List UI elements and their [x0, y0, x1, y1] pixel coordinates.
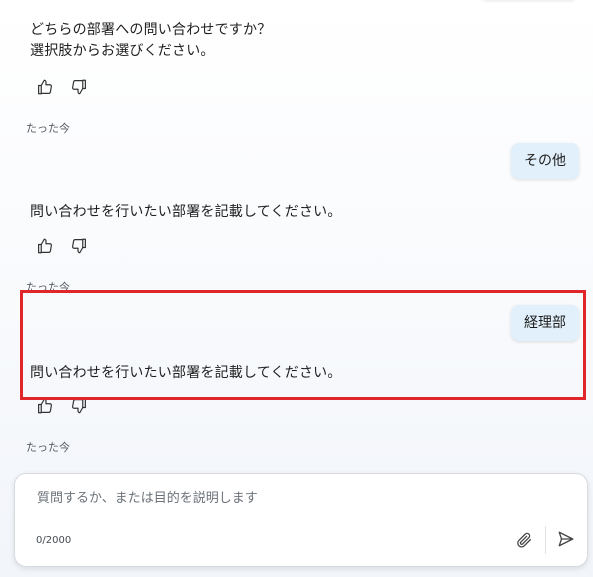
bot-message-1-line-2: 選択肢からお選びください。 — [30, 43, 215, 59]
highlight-annotation-box — [20, 290, 586, 400]
message-input[interactable] — [35, 486, 559, 510]
timestamp-1: たった今 — [26, 122, 70, 135]
thumbs-down-icon[interactable] — [70, 237, 88, 255]
thumbs-down-icon[interactable] — [70, 78, 88, 96]
character-counter: 0/2000 — [36, 535, 72, 546]
feedback-bar-1 — [36, 78, 88, 96]
feedback-bar-2 — [36, 237, 88, 255]
timestamp-3: たった今 — [26, 441, 70, 454]
composer-divider — [545, 526, 546, 554]
send-icon[interactable] — [557, 530, 575, 548]
thumbs-up-icon[interactable] — [36, 78, 54, 96]
thumbs-up-icon[interactable] — [36, 237, 54, 255]
bot-message-1: どちらの部署への問い合わせですか？ 選択肢からお選びください。 — [30, 20, 271, 62]
message-composer: 0/2000 — [14, 473, 588, 567]
bot-message-2: 問い合わせを行いたい部署を記載してください。 — [30, 204, 342, 220]
bot-message-1-line-1: どちらの部署への問い合わせですか？ — [30, 22, 272, 38]
paperclip-icon[interactable] — [515, 531, 533, 549]
user-message-1: その他 — [511, 143, 579, 179]
